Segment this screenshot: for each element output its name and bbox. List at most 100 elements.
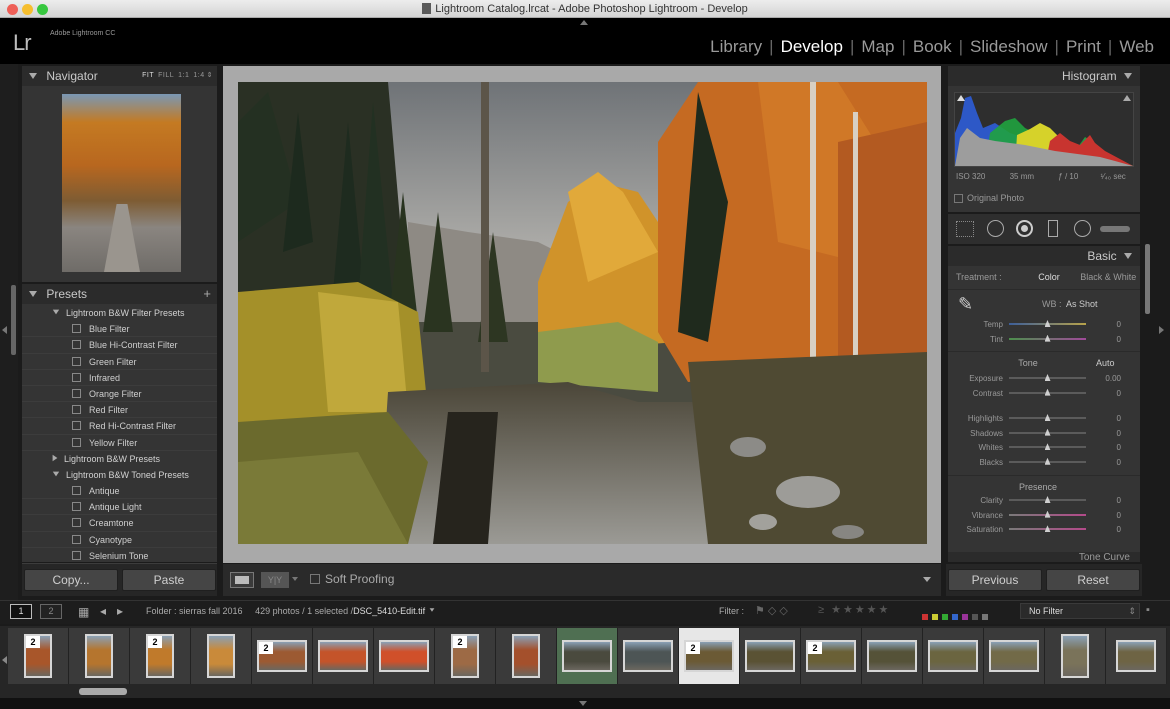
basic-header[interactable]: Basic xyxy=(948,246,1140,266)
filmstrip-thumbnail[interactable]: 2 xyxy=(801,628,862,684)
preset-item[interactable]: Orange Filter xyxy=(22,386,217,403)
preset-item[interactable]: Red Filter xyxy=(22,402,217,419)
filmstrip-scroll-left-icon[interactable] xyxy=(2,656,7,664)
treatment-color-button[interactable]: Color xyxy=(1038,272,1060,282)
slider-knob[interactable] xyxy=(1044,320,1051,327)
add-preset-button[interactable]: + xyxy=(203,284,211,304)
stack-count-badge[interactable]: 2 xyxy=(686,642,700,654)
slider-value[interactable]: 0 xyxy=(1086,496,1121,505)
copy-settings-button[interactable]: Copy... xyxy=(24,569,118,591)
slider-value[interactable]: 0 xyxy=(1086,389,1121,398)
filmstrip-thumbnail[interactable] xyxy=(191,628,252,684)
module-slideshow[interactable]: Slideshow xyxy=(966,37,1052,56)
slider-value[interactable]: 0 xyxy=(1086,458,1121,467)
paste-settings-button[interactable]: Paste xyxy=(122,569,216,591)
preset-folder[interactable]: Lightroom B&W Presets xyxy=(22,451,217,467)
filmstrip-thumbnail[interactable] xyxy=(557,628,618,684)
previous-button[interactable]: Previous xyxy=(948,569,1042,591)
slider-value[interactable]: 0 xyxy=(1086,525,1121,534)
left-scrollbar[interactable] xyxy=(11,285,16,355)
right-scrollbar[interactable] xyxy=(1145,244,1150,314)
filmstrip-thumbnail[interactable]: 2 xyxy=(679,628,740,684)
slider-tint[interactable]: Tint 0 xyxy=(948,334,1121,350)
folder-collapsed-icon[interactable] xyxy=(52,454,58,461)
slider-temp[interactable]: Temp 0 xyxy=(948,320,1121,335)
forward-arrow-icon[interactable]: ▸ xyxy=(117,604,123,618)
filmstrip-thumbnail[interactable] xyxy=(740,628,801,684)
slider-knob[interactable] xyxy=(1044,388,1051,396)
slider-saturation[interactable]: Saturation 0 xyxy=(948,525,1121,540)
histogram-graph[interactable] xyxy=(954,92,1134,167)
histogram-collapse-icon[interactable] xyxy=(1124,73,1132,79)
slider-exposure[interactable]: Exposure 0.00 xyxy=(948,374,1121,389)
filmstrip-thumbnail[interactable] xyxy=(618,628,679,684)
slider-value[interactable]: 0 xyxy=(1086,414,1121,423)
module-book[interactable]: Book xyxy=(909,37,956,56)
tone-curve-header[interactable]: Tone Curve xyxy=(948,552,1140,562)
stack-count-badge[interactable]: 2 xyxy=(808,642,822,654)
slider-highlights[interactable]: Highlights 0 xyxy=(948,414,1121,429)
slider-value[interactable]: 0.00 xyxy=(1086,374,1121,383)
preset-item[interactable]: Antique Light xyxy=(22,499,217,516)
filmstrip-thumbnail[interactable] xyxy=(496,628,557,684)
filter-lock-icon[interactable]: ▪ xyxy=(1146,604,1150,616)
navigator-header[interactable]: Navigator FIT FILL 1:1 1:4 ⇕ xyxy=(22,66,217,86)
filmstrip-thumbnail[interactable]: 2 xyxy=(130,628,191,684)
filmstrip-thumbnail[interactable] xyxy=(374,628,435,684)
flag-filters[interactable]: ⚑ ◇ ◇ xyxy=(755,604,788,617)
preset-item[interactable]: Creamtone xyxy=(22,515,217,532)
zoom-fill[interactable]: FILL xyxy=(158,72,174,79)
collapse-filmstrip-icon[interactable] xyxy=(579,701,587,706)
auto-tone-button[interactable]: Auto xyxy=(1096,358,1115,368)
filmstrip-thumbnail[interactable]: 2 xyxy=(252,628,313,684)
histogram-header[interactable]: Histogram xyxy=(948,66,1140,86)
main-photo[interactable] xyxy=(238,82,927,544)
zoom-1-1[interactable]: 1:1 xyxy=(178,72,189,79)
slider-track[interactable] xyxy=(1009,414,1086,421)
original-photo-checkbox[interactable] xyxy=(954,194,963,203)
module-web[interactable]: Web xyxy=(1115,37,1158,56)
slider-track[interactable] xyxy=(1009,510,1086,518)
graduated-filter-icon[interactable] xyxy=(1048,220,1058,237)
filmstrip-thumbnail[interactable] xyxy=(984,628,1045,684)
wb-select[interactable]: As Shot xyxy=(1066,299,1098,309)
navigator-collapse-icon[interactable] xyxy=(29,73,37,79)
module-print[interactable]: Print xyxy=(1062,37,1105,56)
filmstrip-scrollbar[interactable] xyxy=(79,688,127,695)
folder-expanded-icon[interactable] xyxy=(52,471,60,477)
zoom-fit[interactable]: FIT xyxy=(142,72,154,79)
filmstrip-thumbnail[interactable] xyxy=(862,628,923,684)
module-map[interactable]: Map xyxy=(857,37,898,56)
collapse-top-panel-icon[interactable] xyxy=(580,20,588,25)
preset-item[interactable]: Blue Filter xyxy=(22,321,217,338)
filmstrip-thumbnail[interactable]: 2 xyxy=(435,628,496,684)
preset-item[interactable]: Green Filter xyxy=(22,354,217,370)
before-after-button[interactable]: Y|Y xyxy=(261,572,289,588)
slider-value[interactable]: 0 xyxy=(1086,511,1121,520)
slider-knob[interactable] xyxy=(1044,510,1051,518)
preset-item[interactable]: Cyanotype xyxy=(22,532,217,548)
slider-value[interactable]: 0 xyxy=(1086,443,1121,452)
color-label-filters[interactable] xyxy=(922,607,1004,620)
stack-count-badge[interactable]: 2 xyxy=(259,642,273,654)
loupe-view[interactable] xyxy=(223,66,941,563)
radial-filter-icon[interactable] xyxy=(1074,220,1091,237)
module-library[interactable]: Library xyxy=(706,37,766,56)
secondary-window-button[interactable]: 2 xyxy=(40,604,62,619)
slider-track[interactable] xyxy=(1009,334,1086,342)
slider-knob[interactable] xyxy=(1044,457,1051,465)
preset-item[interactable]: Infrared xyxy=(22,370,217,386)
zoom-stepper-icon[interactable]: ⇕ xyxy=(207,72,213,79)
preset-item[interactable]: Blue Hi-Contrast Filter xyxy=(22,337,217,354)
back-arrow-icon[interactable]: ◂ xyxy=(100,604,106,618)
collapse-left-panel-icon[interactable] xyxy=(2,326,7,334)
stack-count-badge[interactable]: 2 xyxy=(26,636,40,648)
slider-blacks[interactable]: Blacks 0 xyxy=(948,457,1121,473)
slider-track[interactable] xyxy=(1009,388,1086,396)
filmstrip-thumbnail[interactable] xyxy=(69,628,130,684)
filmstrip-thumbnail[interactable] xyxy=(923,628,984,684)
filmstrip-source[interactable]: Folder : sierras fall 2016 429 photos / … xyxy=(146,606,436,616)
crop-tool-icon[interactable] xyxy=(956,221,974,237)
zoom-1-4[interactable]: 1:4 xyxy=(193,72,204,79)
rating-filter[interactable]: ≥ ★★★★★ xyxy=(818,603,890,616)
